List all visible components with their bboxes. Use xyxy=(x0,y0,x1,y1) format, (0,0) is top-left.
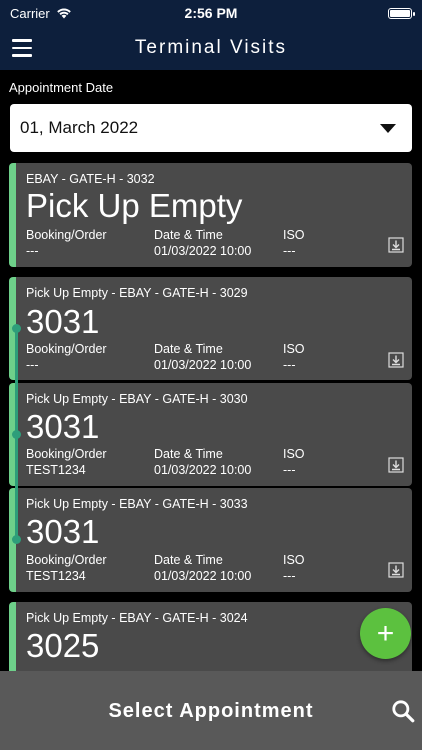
search-icon[interactable] xyxy=(390,698,416,724)
card-subtitle: EBAY - GATE-H - 3032 xyxy=(26,172,155,186)
booking-label: Booking/Order xyxy=(26,228,107,242)
iso-label: ISO xyxy=(283,553,305,567)
timeline-dot xyxy=(12,324,21,333)
appointment-card[interactable]: Pick Up Empty - EBAY - GATE-H - 3024 302… xyxy=(9,602,412,671)
datetime-label: Date & Time xyxy=(154,342,223,356)
datetime-label: Date & Time xyxy=(154,553,223,567)
booking-value: --- xyxy=(26,358,39,372)
card-subtitle: Pick Up Empty - EBAY - GATE-H - 3029 xyxy=(26,286,248,300)
timeline-dot xyxy=(12,430,21,439)
iso-value: --- xyxy=(283,569,296,583)
download-icon[interactable] xyxy=(388,352,404,368)
bottom-bar: Select Appointment xyxy=(0,671,422,750)
datetime-label: Date & Time xyxy=(154,228,223,242)
status-right xyxy=(272,7,415,19)
nav-bar: Terminal Visits xyxy=(0,26,422,70)
card-subtitle: Pick Up Empty - EBAY - GATE-H - 3030 xyxy=(26,392,248,406)
status-time: 2:56 PM xyxy=(184,5,238,21)
datetime-value: 01/03/2022 10:00 xyxy=(154,569,252,583)
chevron-down-icon xyxy=(380,123,396,133)
status-bar: Carrier 2:56 PM xyxy=(0,0,422,26)
iso-label: ISO xyxy=(283,447,305,461)
datetime-value: 01/03/2022 10:00 xyxy=(154,463,252,477)
card-title: 3031 xyxy=(26,513,100,550)
download-icon[interactable] xyxy=(388,237,404,253)
download-icon[interactable] xyxy=(388,562,404,578)
status-left: Carrier xyxy=(10,6,150,21)
booking-value: --- xyxy=(26,244,39,258)
wifi-icon xyxy=(56,8,71,19)
timeline-dot xyxy=(12,535,21,544)
iso-value: --- xyxy=(283,244,296,258)
plus-icon: + xyxy=(376,616,395,650)
booking-value: TEST1234 xyxy=(26,569,86,583)
iso-value: --- xyxy=(283,358,296,372)
iso-value: --- xyxy=(283,463,296,477)
datetime-label: Date & Time xyxy=(154,447,223,461)
appointment-list[interactable]: EBAY - GATE-H - 3032 Pick Up Empty Booki… xyxy=(0,163,422,671)
datetime-value: 01/03/2022 10:00 xyxy=(154,244,252,258)
card-title: 3031 xyxy=(26,408,100,445)
iso-label: ISO xyxy=(283,228,305,242)
hamburger-menu-button[interactable] xyxy=(0,26,44,70)
datetime-value: 01/03/2022 10:00 xyxy=(154,358,252,372)
battery-icon xyxy=(388,7,415,19)
booking-label: Booking/Order xyxy=(26,553,107,567)
appointment-card[interactable]: Pick Up Empty - EBAY - GATE-H - 3033 303… xyxy=(9,488,412,592)
appointment-date-select[interactable]: 01, March 2022 xyxy=(10,104,412,152)
booking-value: TEST1234 xyxy=(26,463,86,477)
card-title: Pick Up Empty xyxy=(26,187,243,224)
booking-label: Booking/Order xyxy=(26,447,107,461)
carrier-label: Carrier xyxy=(10,5,50,21)
iso-label: ISO xyxy=(283,342,305,356)
appointment-date-label: Appointment Date xyxy=(9,80,114,95)
card-title: 3031 xyxy=(26,303,100,340)
appointment-card[interactable]: EBAY - GATE-H - 3032 Pick Up Empty Booki… xyxy=(9,163,412,267)
appointment-card[interactable]: Pick Up Empty - EBAY - GATE-H - 3030 303… xyxy=(9,383,412,486)
add-appointment-button[interactable]: + xyxy=(360,608,411,659)
appointment-card[interactable]: Pick Up Empty - EBAY - GATE-H - 3029 303… xyxy=(9,277,412,380)
page-title: Terminal Visits xyxy=(134,37,288,58)
booking-label: Booking/Order xyxy=(26,342,107,356)
card-subtitle: Pick Up Empty - EBAY - GATE-H - 3024 xyxy=(26,611,248,625)
card-title: 3025 xyxy=(26,627,100,664)
download-icon[interactable] xyxy=(388,457,404,473)
appointment-date-value: 01, March 2022 xyxy=(20,118,139,137)
select-appointment-button[interactable]: Select Appointment xyxy=(0,700,422,723)
card-subtitle: Pick Up Empty - EBAY - GATE-H - 3033 xyxy=(26,497,248,511)
